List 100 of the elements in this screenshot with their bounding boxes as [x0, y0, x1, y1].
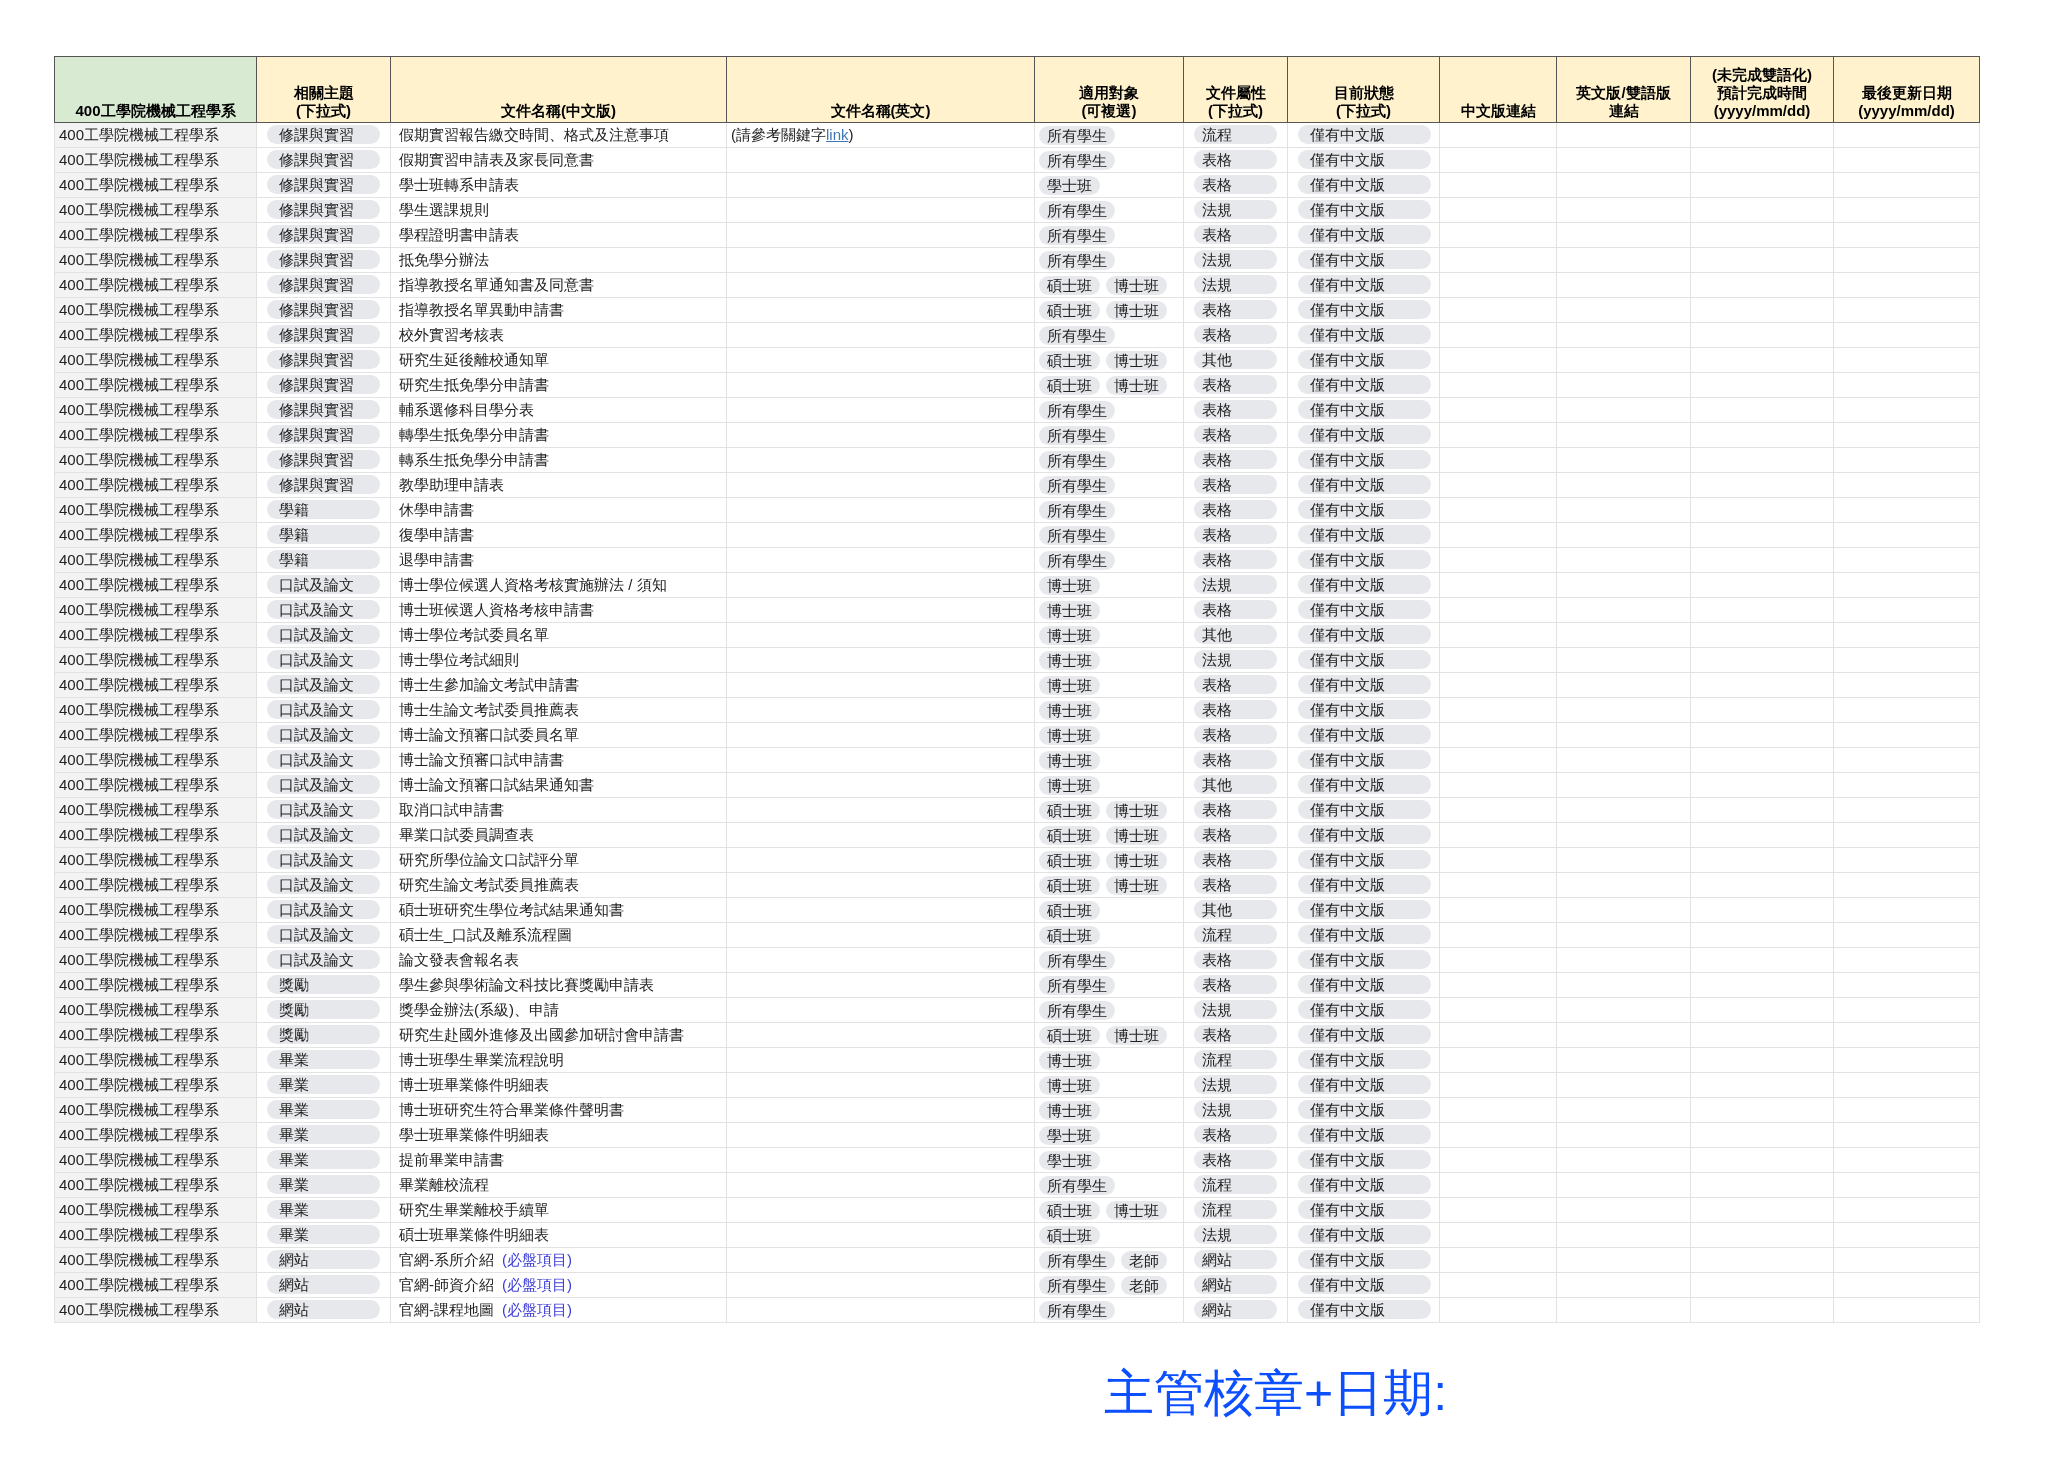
- topic-chip: 網站: [267, 1249, 380, 1269]
- status-chip: 僅有中文版: [1298, 1249, 1431, 1269]
- table-cell: 博士論文預審口試結果通知書: [390, 772, 727, 798]
- table-cell: 轉學生抵免學分申請書: [390, 422, 727, 448]
- type-chip: 法規: [1194, 1099, 1277, 1119]
- table-cell: 博士班學生畢業流程說明: [390, 1047, 727, 1073]
- topic-chip: 畢業: [267, 1099, 380, 1119]
- type-chip: 法規: [1194, 574, 1277, 594]
- type-chip: 流程: [1194, 1174, 1277, 1194]
- table-cell: 400工學院機械工程學系: [54, 522, 257, 548]
- topic-chip: 畢業: [267, 1149, 380, 1169]
- table-cell: 畢業離校流程: [390, 1172, 727, 1198]
- table-cell: 休學申請書: [390, 497, 727, 523]
- table-cell: 400工學院機械工程學系: [54, 997, 257, 1023]
- status-chip: 僅有中文版: [1298, 1274, 1431, 1294]
- table-cell: 400工學院機械工程學系: [54, 647, 257, 673]
- audience-chip: 博士班: [1106, 1200, 1167, 1220]
- table-cell: 400工學院機械工程學系: [54, 1072, 257, 1098]
- table-cell: 400工學院機械工程學系: [54, 247, 257, 273]
- audience-chip: 碩士班: [1039, 825, 1100, 845]
- type-chip: 流程: [1194, 1199, 1277, 1219]
- table-cell: 400工學院機械工程學系: [54, 322, 257, 348]
- status-chip: 僅有中文版: [1298, 749, 1431, 769]
- table-cell: 400工學院機械工程學系: [54, 897, 257, 923]
- status-chip: 僅有中文版: [1298, 349, 1431, 369]
- audience-chip: 博士班: [1106, 375, 1167, 395]
- type-chip: 流程: [1194, 924, 1277, 944]
- audience-chip: 所有學生: [1039, 450, 1115, 470]
- topic-chip: 口試及論文: [267, 574, 380, 594]
- audience-chip: 學士班: [1039, 175, 1100, 195]
- table-cell: 400工學院機械工程學系: [54, 597, 257, 623]
- topic-chip: 畢業: [267, 1224, 380, 1244]
- audience-chip: 所有學生: [1039, 150, 1115, 170]
- audience-chip: 所有學生: [1039, 250, 1115, 270]
- topic-chip: 畢業: [267, 1074, 380, 1094]
- status-chip: 僅有中文版: [1298, 274, 1431, 294]
- status-chip: 僅有中文版: [1298, 774, 1431, 794]
- document-name: 官網-師資介紹: [398, 1275, 494, 1293]
- type-chip: 表格: [1194, 599, 1277, 619]
- status-chip: 僅有中文版: [1298, 224, 1431, 244]
- topic-chip: 口試及論文: [267, 649, 380, 669]
- type-chip: 法規: [1194, 274, 1277, 294]
- topic-chip: 修課與實習: [267, 424, 380, 444]
- table-cell: 400工學院機械工程學系: [54, 1022, 257, 1048]
- table-cell: 假期實習報告繳交時間、格式及注意事項: [390, 122, 727, 148]
- type-chip: 表格: [1194, 449, 1277, 469]
- audience-chip: 碩士班: [1039, 300, 1100, 320]
- table-cell: 400工學院機械工程學系: [54, 372, 257, 398]
- type-chip: 其他: [1194, 899, 1277, 919]
- type-chip: 表格: [1194, 549, 1277, 569]
- table-cell: 400工學院機械工程學系: [54, 922, 257, 948]
- topic-chip: 口試及論文: [267, 924, 380, 944]
- audience-chip: 博士班: [1039, 700, 1100, 720]
- audience-chip: 所有學生: [1039, 1250, 1115, 1270]
- topic-chip: 獎勵: [267, 974, 380, 994]
- table-cell: 400工學院機械工程學系: [54, 122, 257, 148]
- audience-chip: 博士班: [1106, 1025, 1167, 1045]
- type-chip: 法規: [1194, 1074, 1277, 1094]
- status-chip: 僅有中文版: [1298, 799, 1431, 819]
- type-chip: 法規: [1194, 649, 1277, 669]
- audience-chip: 博士班: [1039, 575, 1100, 595]
- topic-chip: 修課與實習: [267, 449, 380, 469]
- status-chip: 僅有中文版: [1298, 624, 1431, 644]
- audience-chip: 碩士班: [1039, 1200, 1100, 1220]
- table-cell: 博士班研究生符合畢業條件聲明書: [390, 1097, 727, 1123]
- column-header: 英文版/雙語版 連結: [1556, 56, 1691, 123]
- column-header: 文件名稱(中文版): [390, 56, 727, 123]
- type-chip: 表格: [1194, 849, 1277, 869]
- type-chip: 表格: [1194, 724, 1277, 744]
- table-cell: 400工學院機械工程學系: [54, 972, 257, 998]
- link[interactable]: link: [826, 125, 849, 143]
- topic-chip: 修課與實習: [267, 199, 380, 219]
- type-chip: 表格: [1194, 524, 1277, 544]
- audience-chip: 所有學生: [1039, 475, 1115, 495]
- topic-chip: 修課與實習: [267, 374, 380, 394]
- status-chip: 僅有中文版: [1298, 374, 1431, 394]
- topic-chip: 口試及論文: [267, 624, 380, 644]
- audience-chip: 所有學生: [1039, 1000, 1115, 1020]
- column-header: (未完成雙語化) 預計完成時間 (yyyy/mm/dd): [1690, 56, 1834, 123]
- audience-chip: 所有學生: [1039, 950, 1115, 970]
- status-chip: 僅有中文版: [1298, 1299, 1431, 1319]
- type-chip: 表格: [1194, 499, 1277, 519]
- topic-chip: 獎勵: [267, 999, 380, 1019]
- audience-chip: 博士班: [1039, 1075, 1100, 1095]
- audience-chip: 碩士班: [1039, 350, 1100, 370]
- audience-chip: 所有學生: [1039, 1175, 1115, 1195]
- topic-chip: 修課與實習: [267, 399, 380, 419]
- topic-chip: 學籍: [267, 499, 380, 519]
- status-chip: 僅有中文版: [1298, 449, 1431, 469]
- type-chip: 法規: [1194, 999, 1277, 1019]
- table-cell: 400工學院機械工程學系: [54, 872, 257, 898]
- table-cell: 400工學院機械工程學系: [54, 822, 257, 848]
- status-chip: 僅有中文版: [1298, 149, 1431, 169]
- table-cell: 400工學院機械工程學系: [54, 1222, 257, 1248]
- type-chip: 流程: [1194, 1049, 1277, 1069]
- audience-chip: 碩士班: [1039, 375, 1100, 395]
- type-chip: 表格: [1194, 374, 1277, 394]
- table-cell: 400工學院機械工程學系: [54, 622, 257, 648]
- audience-chip: 所有學生: [1039, 225, 1115, 245]
- type-chip: 表格: [1194, 174, 1277, 194]
